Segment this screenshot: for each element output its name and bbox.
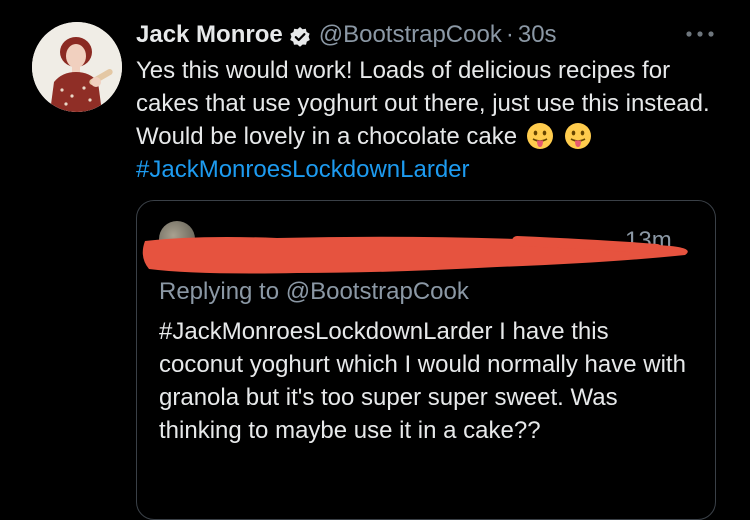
avatar[interactable] [32,22,122,112]
quoted-tweet[interactable]: 13m Replying to @BootstrapCook #JackMonr… [136,200,716,520]
verified-badge-icon [289,24,311,47]
handle[interactable]: @BootstrapCook [319,18,502,52]
tweet-body: Yes this would work! Loads of delicious … [136,57,710,150]
tweet-header: Jack Monroe @BootstrapCook · 30s [136,18,557,52]
tongue-out-emoji-icon [564,122,592,150]
timestamp[interactable]: 30s [518,18,557,52]
quoted-tweet-text: #JackMonroesLockdownLarder I have this c… [159,318,686,444]
hashtag-link[interactable]: #JackMonroesLockdownLarder [136,156,470,183]
more-options-icon[interactable] [683,26,717,42]
replying-to[interactable]: Replying to @BootstrapCook [159,275,469,309]
tweet: Jack Monroe @BootstrapCook · 30s Yes thi… [0,0,750,520]
tweet-text: Yes this would work! Loads of delicious … [136,54,716,186]
tongue-out-emoji-icon [526,122,554,150]
separator-dot: · [505,21,514,48]
display-name[interactable]: Jack Monroe [136,18,283,52]
